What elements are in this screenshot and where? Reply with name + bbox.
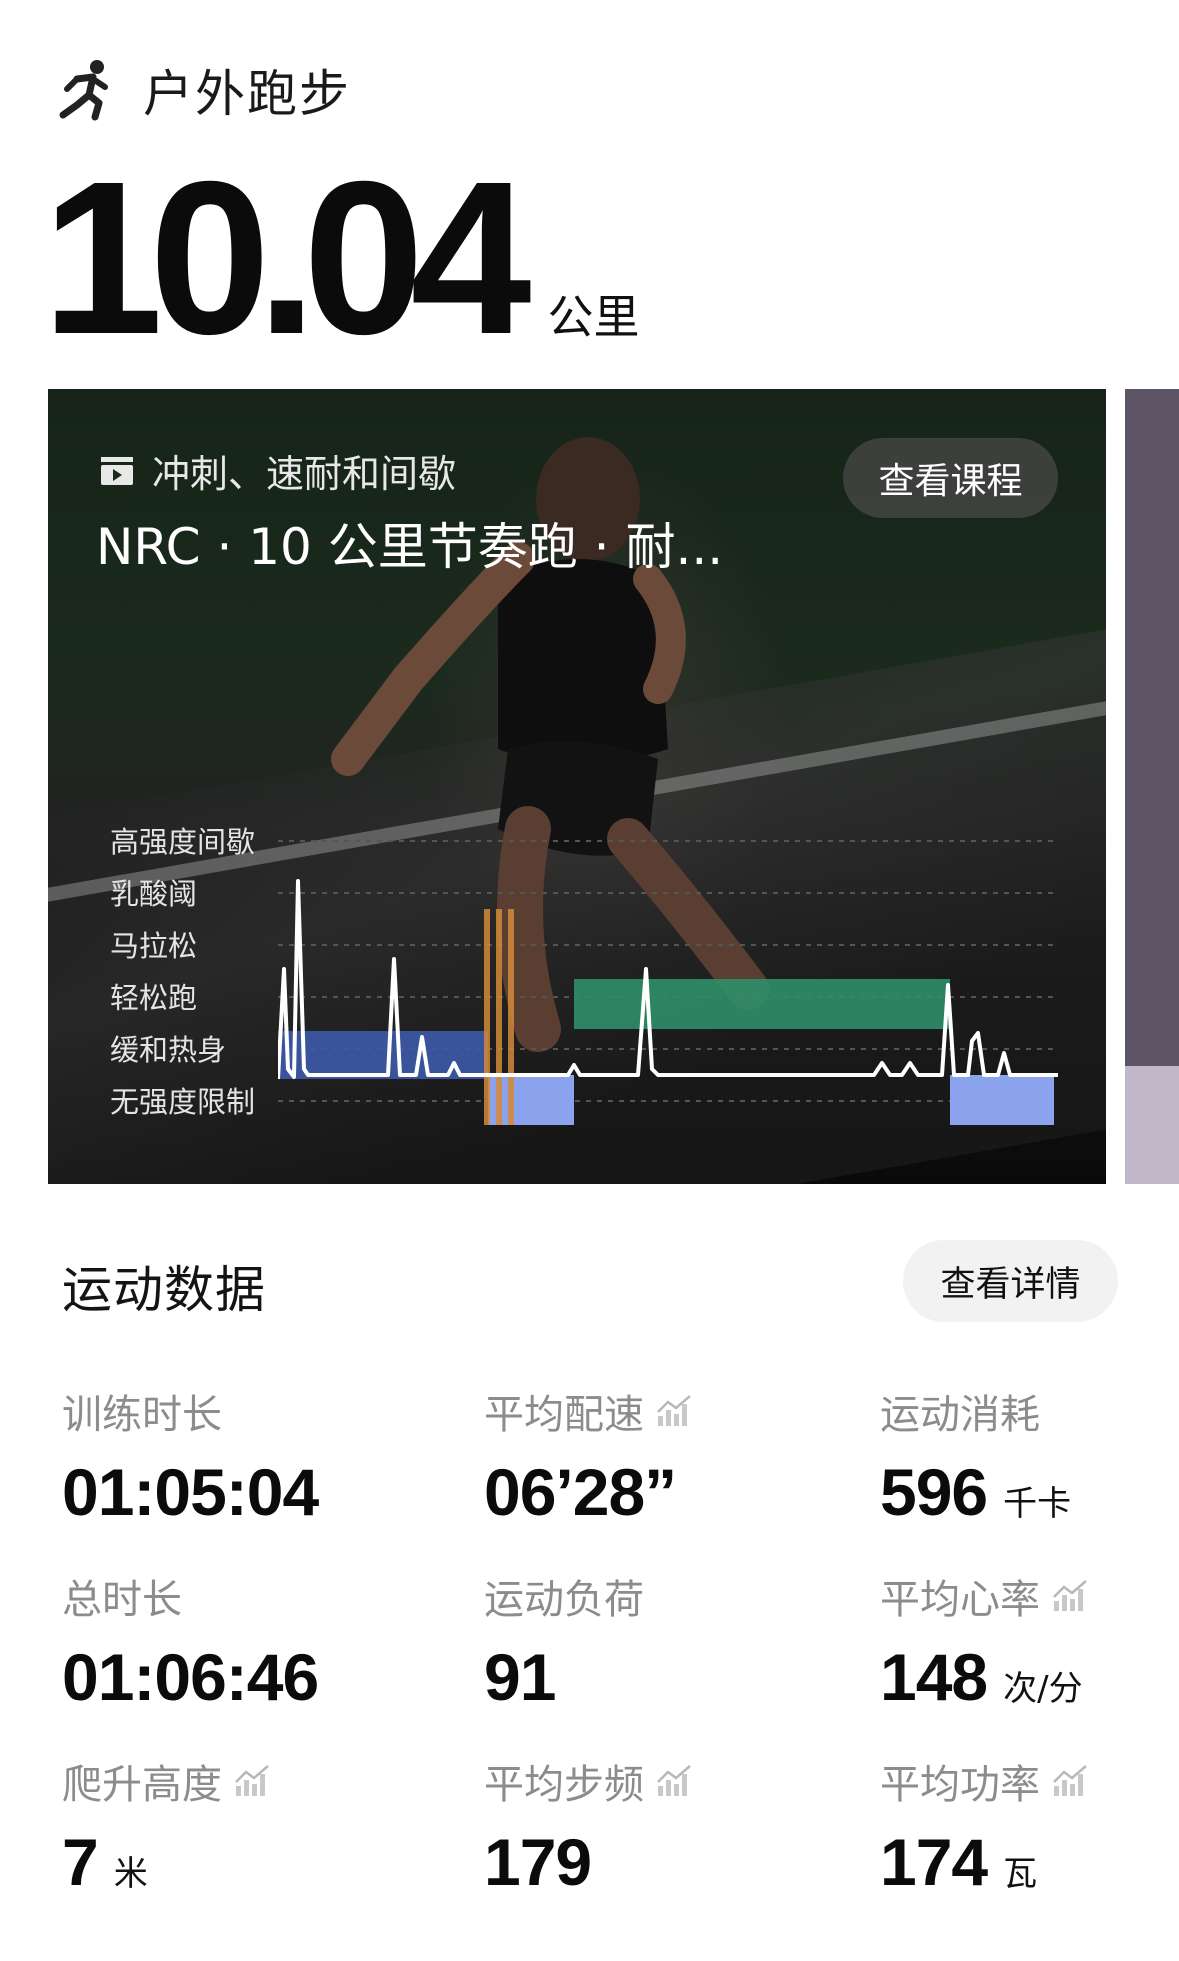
trend-chart-icon[interactable] (1052, 1764, 1090, 1798)
course-card[interactable]: 冲刺、速耐和间歇 NRC · 10 公里节奏跑 · 耐... 查看课程 高强度间… (48, 389, 1106, 1184)
zone-label-no-limit: 无强度限制 (110, 1085, 256, 1119)
metric-value: 01:06:46 (62, 1640, 319, 1714)
metric-total-duration: 总时长 01:06:46 (62, 1567, 319, 1715)
metric-label: 平均步频 (484, 1752, 694, 1810)
metric-label-text: 平均功率 (880, 1762, 1040, 1808)
metric-label-text: 平均配速 (484, 1392, 644, 1438)
metric-label: 总时长 (62, 1567, 318, 1625)
zone-block-easy (574, 979, 950, 1029)
zone-spike-2 (496, 909, 502, 1125)
metric-unit: 千卡 (1003, 1484, 1072, 1524)
zone-label-warmup-cooldown: 缓和热身 (110, 1033, 227, 1067)
metric-training-duration: 训练时长 01:05:04 (62, 1382, 319, 1530)
activity-title: 户外跑步 (143, 65, 351, 123)
metric-value: 91 (484, 1640, 556, 1714)
metric-label: 平均功率 (880, 1752, 1090, 1810)
metric-value-row: 596 千卡 (880, 1454, 1071, 1530)
metric-value: 174 (880, 1825, 988, 1899)
metric-label-text: 爬升高度 (62, 1762, 222, 1808)
metric-value-row: 7米 (62, 1824, 272, 1900)
metric-label-text: 训练时长 (62, 1392, 222, 1438)
metric-label: 爬升高度 (62, 1752, 272, 1810)
metric-value: 01:05:04 (62, 1455, 319, 1529)
metric-value-row: 174 瓦 (880, 1824, 1090, 1900)
distance-value: 10.04 (42, 137, 532, 380)
metric-value-row: 179 (484, 1824, 694, 1900)
metric-average-cadence: 平均步频 179 (484, 1752, 694, 1900)
metric-label-text: 总时长 (62, 1577, 182, 1623)
video-icon (101, 456, 133, 485)
view-course-button[interactable]: 查看课程 (843, 438, 1058, 518)
metric-value: 148 (880, 1640, 988, 1714)
trend-chart-icon[interactable] (234, 1764, 272, 1798)
metric-label-text: 平均心率 (880, 1577, 1040, 1623)
trend-chart-icon[interactable] (656, 1764, 694, 1798)
metric-label: 平均心率 (880, 1567, 1090, 1625)
metric-average-pace: 平均配速 06’28” (484, 1382, 694, 1530)
metric-value: 7 (62, 1825, 99, 1899)
course-tag-label: 冲刺、速耐和间歇 (152, 452, 457, 496)
distance-unit: 公里 (547, 290, 640, 344)
metric-label-text: 平均步频 (484, 1762, 644, 1808)
metric-value: 179 (484, 1825, 592, 1899)
zone-label-high-interval: 高强度间歇 (110, 825, 256, 859)
next-card-lower (1125, 1066, 1179, 1184)
zone-block-no-limit-2 (950, 1075, 1054, 1125)
activity-header: 户外跑步 (55, 55, 351, 125)
metric-average-power: 平均功率 174 瓦 (880, 1752, 1090, 1900)
metric-value-row: 148 次/分 (880, 1639, 1090, 1715)
metric-unit: 瓦 (1003, 1854, 1038, 1894)
zone-spike-1 (484, 909, 490, 1125)
metric-average-heart-rate: 平均心率 148 次/分 (880, 1567, 1090, 1715)
zone-label-marathon: 马拉松 (110, 929, 198, 963)
trend-chart-icon[interactable] (1052, 1579, 1090, 1613)
metric-label: 运动负荷 (484, 1567, 644, 1625)
zone-label-easy-run: 轻松跑 (110, 981, 198, 1015)
metric-label: 训练时长 (62, 1382, 318, 1440)
running-icon (59, 60, 108, 121)
zone-spike-3 (508, 909, 514, 1125)
metric-value-row: 06’28” (484, 1454, 694, 1530)
metric-value-row: 01:06:46 (62, 1639, 319, 1715)
next-card-peek[interactable] (1125, 389, 1179, 1184)
distance-display: 10.04 公里 (42, 150, 640, 368)
metric-value: 596 (880, 1455, 988, 1529)
metric-training-load: 运动负荷 91 (484, 1567, 644, 1715)
metric-label-text: 运动消耗 (880, 1392, 1040, 1438)
metric-value: 06’28” (484, 1455, 677, 1529)
stats-section-title: 运动数据 (62, 1261, 266, 1319)
metric-label: 运动消耗 (880, 1382, 1071, 1440)
metric-unit: 米 (113, 1854, 148, 1894)
trend-chart-icon[interactable] (656, 1394, 694, 1428)
course-name: NRC · 10 公里节奏跑 · 耐... (96, 518, 724, 576)
metric-value-row: 91 (484, 1639, 644, 1715)
course-tag: 冲刺、速耐和间歇 (100, 443, 456, 498)
metric-label: 平均配速 (484, 1382, 694, 1440)
metric-value-row: 01:05:04 (62, 1454, 319, 1530)
intensity-chart (278, 840, 1058, 1125)
metric-calories: 运动消耗 596 千卡 (880, 1382, 1071, 1530)
metric-label-text: 运动负荷 (484, 1577, 644, 1623)
metric-unit: 次/分 (1003, 1669, 1083, 1709)
zone-label-lactate-threshold: 乳酸阈 (110, 877, 198, 911)
metric-elevation-gain: 爬升高度 7 米 (62, 1752, 272, 1900)
view-details-button[interactable]: 查看详情 (903, 1240, 1118, 1322)
